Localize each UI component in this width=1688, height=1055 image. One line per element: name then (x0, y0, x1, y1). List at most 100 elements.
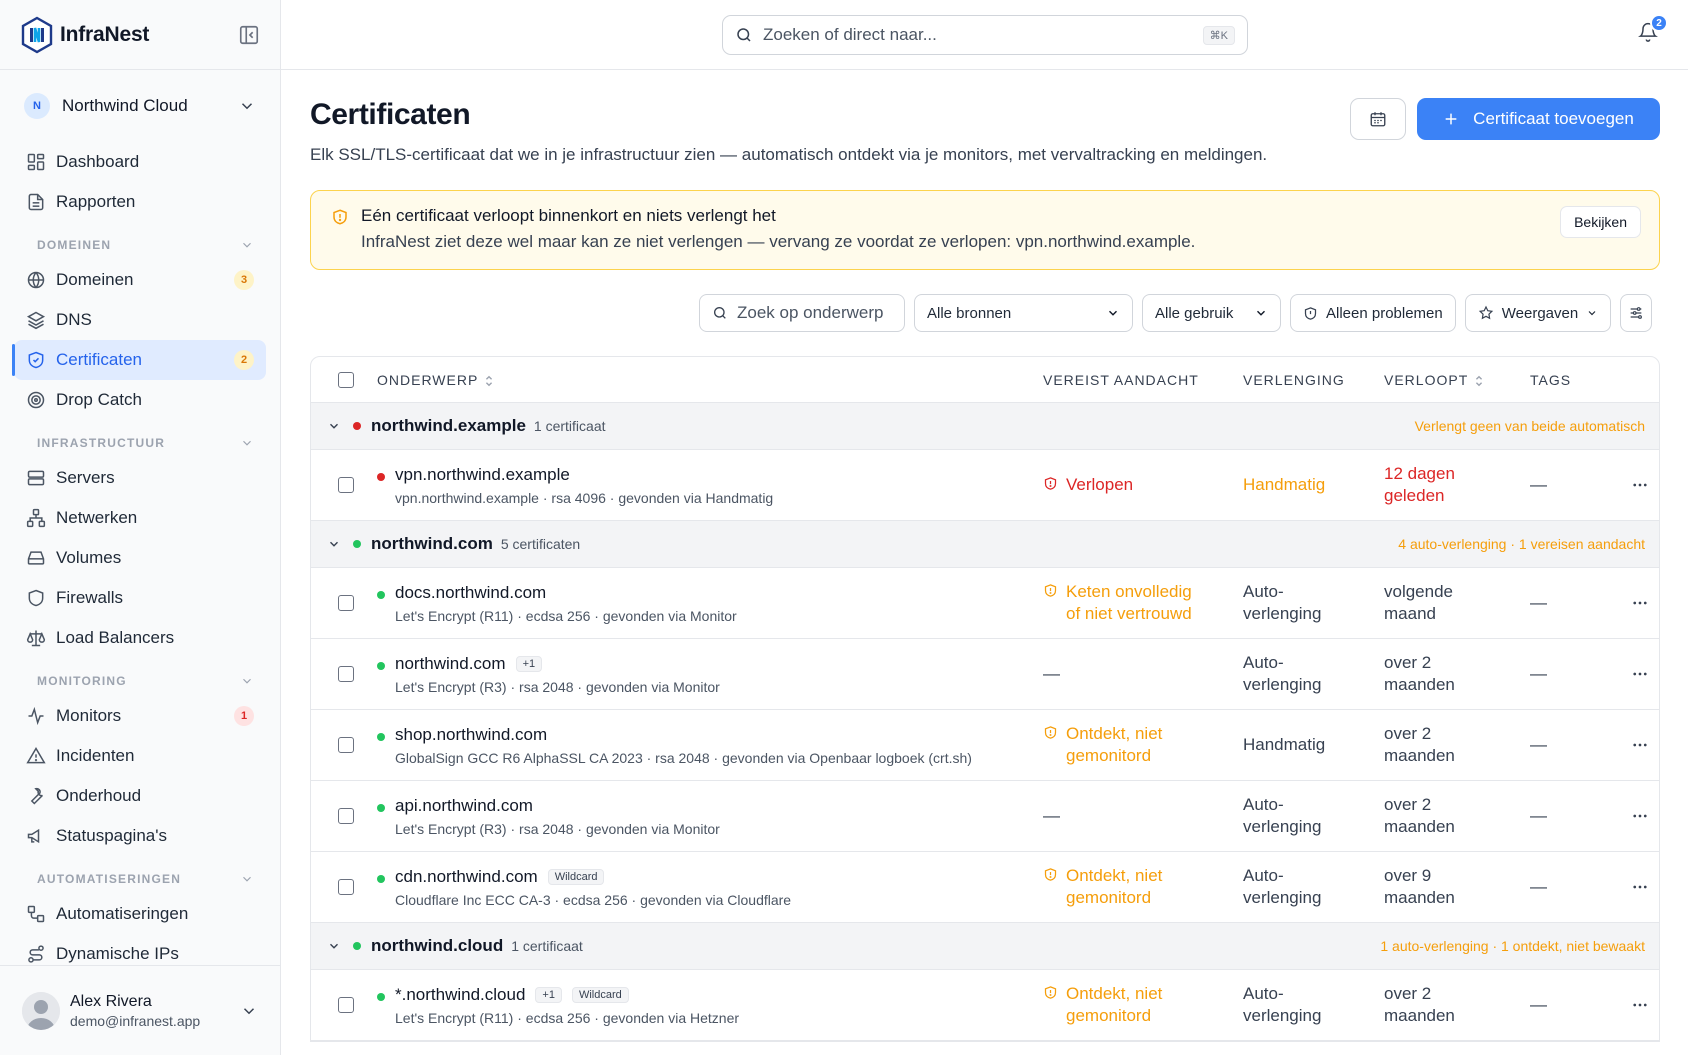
view-alert-button[interactable]: Bekijken (1560, 206, 1641, 238)
expires-value: volgende maand (1384, 581, 1530, 625)
route-icon (28, 945, 44, 963)
group-row[interactable]: northwind.cloud 1 certificaat 1 auto-verle… (311, 923, 1659, 970)
certificate-subject[interactable]: vpn.northwind.example vpn.northwind.examp… (377, 465, 1043, 506)
row-checkbox[interactable] (338, 879, 354, 895)
sidebar-item-netwerken[interactable]: Netwerken (14, 498, 266, 538)
sidebar-item-volumes[interactable]: Volumes (14, 538, 266, 578)
sidebar-item-monitors[interactable]: Monitors 1 (14, 696, 266, 736)
sidebar-nav: Dashboard Rapporten DOMEINEN Domeinen 3 … (0, 142, 280, 974)
text-line: geleden (1384, 486, 1445, 505)
table-row[interactable]: shop.northwind.com GlobalSign GCC R6 Alph… (311, 710, 1659, 781)
row-checkbox[interactable] (338, 595, 354, 611)
attention-status: Keten onvolledig of niet vertrouwd (1043, 581, 1243, 625)
certificate-badge: +1 (515, 655, 543, 672)
sidebar-item-servers[interactable]: Servers (14, 458, 266, 498)
attention-empty: — (1043, 664, 1060, 683)
sliders-icon (1630, 307, 1643, 319)
text-line: Ontdekt, niet (1066, 866, 1163, 885)
sidebar-section-automatiseringen[interactable]: AUTOMATISERINGEN (14, 856, 266, 894)
chevron-down-icon (243, 1007, 255, 1014)
views-dropdown[interactable]: Weergaven (1464, 294, 1612, 332)
only-problems-toggle[interactable]: Alleen problemen (1290, 294, 1456, 332)
row-actions-button[interactable] (1631, 996, 1649, 1014)
table-row[interactable]: *.northwind.cloud +1 Wildcard Let's Encrypt… (311, 970, 1659, 1041)
subject-search-input[interactable]: Zoek op onderwerp (699, 294, 905, 332)
sidebar-item-domeinen[interactable]: Domeinen 3 (14, 260, 266, 300)
row-actions-button[interactable] (1631, 665, 1649, 683)
sidebar-item-onderhoud[interactable]: Onderhoud (14, 776, 266, 816)
main-content: Certificaten Elk SSL/TLS-certificaat dat… (281, 70, 1688, 1055)
column-subject[interactable]: ONDERWERP (377, 372, 1043, 388)
certificate-subject[interactable]: shop.northwind.com GlobalSign GCC R6 Alph… (377, 725, 1043, 766)
column-expires[interactable]: VERLOOPT (1384, 372, 1530, 388)
row-actions-button[interactable] (1631, 594, 1649, 612)
sidebar-item-dashboard[interactable]: Dashboard (14, 142, 266, 182)
table-row[interactable]: cdn.northwind.com Wildcard Cloudflare Inc … (311, 852, 1659, 923)
expires-value: over 2 maanden (1384, 794, 1530, 838)
user-menu[interactable]: Alex Rivera demo@infranest.app (0, 965, 280, 1055)
row-actions-button[interactable] (1631, 878, 1649, 896)
text-line: gemonitord (1066, 888, 1152, 907)
column-settings-button[interactable] (1620, 294, 1653, 332)
sidebar-item-statuspaginas[interactable]: Statuspagina's (14, 816, 266, 856)
sidebar-item-dns[interactable]: DNS (14, 300, 266, 340)
sidebar-section-domeinen[interactable]: DOMEINEN (14, 222, 266, 260)
sidebar-collapse-icon[interactable] (238, 24, 260, 46)
calendar-button[interactable] (1350, 98, 1406, 140)
group-row[interactable]: northwind.com 5 certificaten 4 auto-verlen… (311, 521, 1659, 568)
table-row[interactable]: docs.northwind.com Let's Encrypt (R11) · … (311, 568, 1659, 639)
sidebar-item-automatiseringen[interactable]: Automatiseringen (14, 894, 266, 934)
megaphone-icon (27, 828, 40, 844)
row-actions-button[interactable] (1631, 476, 1649, 494)
row-actions-button[interactable] (1631, 807, 1649, 825)
group-row[interactable]: northwind.example 1 certificaat Verlengt g… (311, 403, 1659, 450)
notifications-button[interactable]: 2 (1638, 14, 1668, 42)
global-search-input[interactable]: Zoeken of direct naar... ⌘K (722, 15, 1248, 55)
table-row[interactable]: northwind.com +1 Let's Encrypt (R3) · rsa … (311, 639, 1659, 710)
sidebar-item-incidenten[interactable]: Incidenten (14, 736, 266, 776)
user-name: Alex Rivera (70, 992, 152, 1010)
select-all-checkbox[interactable] (338, 371, 354, 388)
certificate-subject[interactable]: docs.northwind.com Let's Encrypt (R11) · … (377, 583, 1043, 624)
column-label: VERLOOPT (1384, 371, 1469, 388)
certificate-subject[interactable]: api.northwind.com Let's Encrypt (R3) · rs… (377, 796, 1043, 837)
row-actions-button[interactable] (1631, 736, 1649, 754)
sidebar-item-rapporten[interactable]: Rapporten (14, 182, 266, 222)
table-row[interactable]: vpn.northwind.example vpn.northwind.examp… (311, 450, 1659, 521)
sidebar-section-infrastructuur[interactable]: INFRASTRUCTUUR (14, 420, 266, 458)
row-checkbox[interactable] (338, 997, 354, 1013)
sidebar-item-load-balancers[interactable]: Load Balancers (14, 618, 266, 658)
sidebar-section-monitoring[interactable]: MONITORING (14, 658, 266, 696)
sidebar-item-certificaten[interactable]: Certificaten 2 (12, 340, 266, 380)
sidebar-item-label: Firewalls (56, 588, 124, 607)
section-title: INFRASTRUCTUUR (37, 436, 166, 450)
text-line: Auto- (1243, 795, 1284, 814)
table-row[interactable]: api.northwind.com Let's Encrypt (R3) · rs… (311, 781, 1659, 852)
renewal-status: Auto-verlenging (1243, 581, 1384, 625)
certificate-subject[interactable]: northwind.com +1 Let's Encrypt (R3) · rsa … (377, 654, 1043, 695)
text-line: Keten onvolledig (1066, 582, 1192, 601)
attention-text: Ontdekt, niet gemonitord (1066, 983, 1162, 1027)
chevron-down-icon (243, 876, 251, 882)
infranest-logo-icon[interactable] (20, 16, 54, 54)
chevron-down-icon (243, 440, 251, 446)
sources-select[interactable]: Alle bronnen (914, 294, 1133, 332)
sidebar-item-firewalls[interactable]: Firewalls (14, 578, 266, 618)
shield-alert-icon (1044, 726, 1057, 739)
row-checkbox[interactable] (338, 808, 354, 824)
row-checkbox[interactable] (338, 666, 354, 682)
add-certificate-button[interactable]: Certificaat toevoegen (1417, 98, 1660, 140)
certificate-meta: Cloudflare Inc ECC CA-3 · ecdsa 256 · ge… (395, 891, 792, 908)
sidebar-item-label: Rapporten (56, 192, 136, 211)
layers-icon (26, 311, 46, 330)
org-switcher[interactable]: N Northwind Cloud (0, 70, 280, 142)
text-line: maanden (1384, 817, 1455, 836)
row-checkbox[interactable] (338, 477, 354, 493)
certificate-subject[interactable]: *.northwind.cloud +1 Wildcard Let's Encrypt… (377, 985, 1043, 1026)
certificate-name: shop.northwind.com (395, 724, 548, 744)
attention-text: Ontdekt, niet gemonitord (1066, 865, 1162, 909)
certificate-subject[interactable]: cdn.northwind.com Wildcard Cloudflare Inc … (377, 867, 1043, 908)
row-checkbox[interactable] (338, 737, 354, 753)
usage-select[interactable]: Alle gebruik (1142, 294, 1281, 332)
sidebar-item-drop-catch[interactable]: Drop Catch (14, 380, 266, 420)
